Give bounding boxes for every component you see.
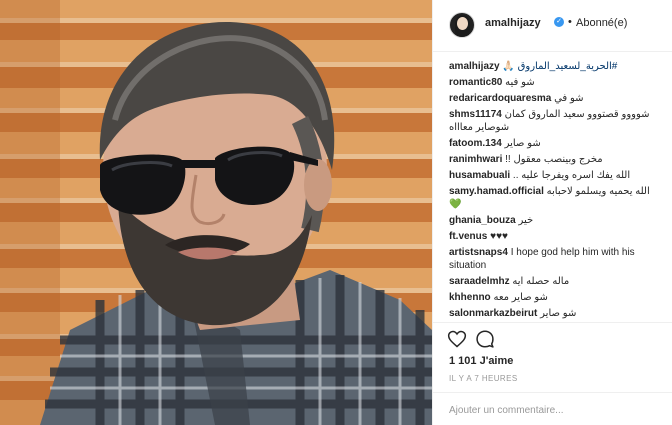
- comment-input[interactable]: [447, 401, 651, 419]
- comment-item: redaricardoquaresma شو في: [449, 92, 663, 105]
- comment-username[interactable]: khhenno: [449, 292, 491, 303]
- add-comment-bar: [433, 392, 672, 425]
- comment-username[interactable]: romantic80: [449, 77, 502, 88]
- comment-username[interactable]: ranimhwari: [449, 154, 502, 165]
- comment-username[interactable]: fatoom.134: [449, 138, 502, 149]
- verified-badge-icon: ✓: [554, 17, 564, 27]
- instagram-post: amalhijazy ✓ • Abonné(e) amalhijazy #الح…: [0, 0, 672, 425]
- comment-username[interactable]: samy.hamad.official: [449, 186, 544, 197]
- comment-item: saraadelmhz ماله حصله ايه: [449, 275, 663, 288]
- post-timestamp[interactable]: IL Y A 7 HEURES: [449, 374, 518, 383]
- post-header: amalhijazy ✓ • Abonné(e): [433, 0, 672, 52]
- comment-item: ghania_bouza خير: [449, 214, 663, 227]
- comment-text: شو صاير معه: [493, 292, 548, 303]
- comment-item: shms11174 شوووو قصتووو سعيد الماروق كمان…: [449, 108, 663, 134]
- comment-text: شو في: [554, 93, 584, 104]
- follow-status-button[interactable]: Abonné(e): [576, 17, 627, 29]
- caption-username[interactable]: amalhijazy: [449, 61, 500, 72]
- comment-text: مخرج وبينصب معقول !!: [505, 154, 603, 165]
- comment-item: samy.hamad.official الله يحميه ويسلمو لا…: [449, 185, 663, 211]
- comment-username[interactable]: saraadelmhz: [449, 276, 510, 287]
- comment-item: romantic80 شو فيه: [449, 76, 663, 89]
- comment-item: artistsnaps4 I hope god help him with hi…: [449, 246, 663, 272]
- comment-text: شو صاير: [540, 308, 577, 319]
- comment-username[interactable]: ghania_bouza: [449, 215, 516, 226]
- caption-text[interactable]: #الحرية_لسعيد_الماروق 🙏🏻: [502, 61, 617, 72]
- header-separator: •: [568, 16, 572, 28]
- comment-item: fatoom.134 شو صاير: [449, 137, 663, 150]
- comment-item: husamabuali الله يفك اسره ويفرجا عليه ..: [449, 169, 663, 182]
- comment-text: الله يفك اسره ويفرجا عليه ..: [512, 170, 631, 181]
- post-photo[interactable]: [0, 0, 432, 425]
- comment-username[interactable]: shms11174: [449, 109, 502, 120]
- comment-username[interactable]: artistsnaps4: [449, 247, 508, 258]
- profile-avatar[interactable]: [449, 12, 475, 38]
- comment-text: ♥♥♥: [490, 231, 508, 242]
- comment-item: khhenno شو صاير معه: [449, 291, 663, 304]
- comment-text: خير: [518, 215, 534, 226]
- comment-item: ranimhwari مخرج وبينصب معقول !!: [449, 153, 663, 166]
- comment-username[interactable]: salonmarkazbeirut: [449, 308, 537, 319]
- header-username[interactable]: amalhijazy: [485, 17, 541, 29]
- caption: amalhijazy #الحرية_لسعيد_الماروق 🙏🏻: [449, 60, 663, 73]
- comment-item: ft.venus ♥♥♥: [449, 230, 663, 243]
- like-count[interactable]: 1 101 J'aime: [449, 355, 513, 367]
- comment-text: ماله حصله ايه: [512, 276, 570, 287]
- comment-list: amalhijazy #الحرية_لسعيد_الماروق 🙏🏻 roma…: [449, 60, 663, 323]
- comment-username[interactable]: redaricardoquaresma: [449, 93, 551, 104]
- comment-username[interactable]: ft.venus: [449, 231, 487, 242]
- heart-icon[interactable]: [447, 329, 467, 349]
- comment-item: salonmarkazbeirut شو صاير: [449, 307, 663, 320]
- post-sidebar: amalhijazy ✓ • Abonné(e) amalhijazy #الح…: [432, 0, 672, 425]
- comment-username[interactable]: husamabuali: [449, 170, 510, 181]
- portrait-image: [0, 0, 432, 425]
- action-bar: [433, 322, 672, 352]
- comment-icon[interactable]: [475, 329, 495, 349]
- comment-text: شو صاير: [504, 138, 541, 149]
- comment-text: شو فيه: [505, 77, 535, 88]
